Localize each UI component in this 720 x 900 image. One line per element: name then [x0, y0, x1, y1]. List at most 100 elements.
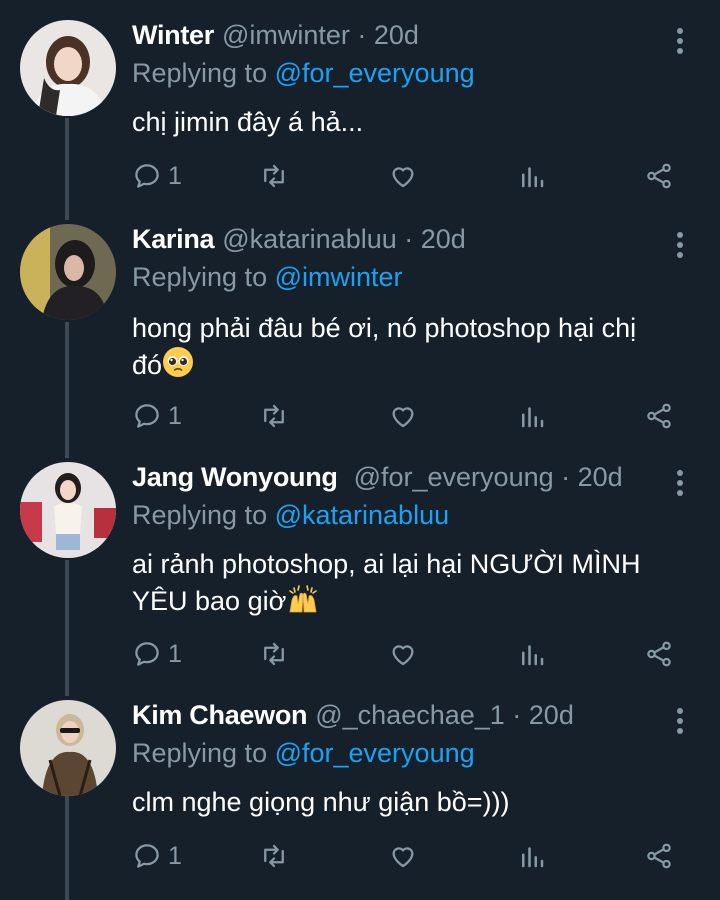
analytics-icon: [522, 847, 544, 868]
tweet-text-line: chị jimin đây á hả...: [132, 107, 364, 137]
tweet-text-line: đó: [132, 350, 163, 380]
replying-prefix: Replying to: [132, 500, 275, 530]
tweet-text: clm nghe giọng như giận bồ=))): [132, 784, 702, 820]
analytics-icon: [522, 167, 544, 188]
like-button[interactable]: [388, 636, 418, 672]
tweet-actions: 1: [132, 636, 692, 672]
share-icon: [647, 843, 671, 869]
tweet[interactable]: Karina @katarinabluu · 20d Replying to @…: [0, 224, 720, 434]
like-icon: [392, 167, 414, 188]
reply-count: 1: [168, 639, 182, 668]
mention-link[interactable]: @for_everyoung: [275, 738, 475, 768]
analytics-button[interactable]: [517, 636, 547, 672]
retweet-button[interactable]: [259, 636, 289, 672]
display-name[interactable]: Jang Wonyoung: [132, 462, 338, 493]
tweet-header: Winter @imwinter · 20d: [132, 20, 419, 56]
replying-to: Replying to @for_everyoung: [132, 738, 475, 769]
reply-button[interactable]: 1: [132, 398, 182, 434]
more-options-icon[interactable]: [674, 708, 686, 736]
analytics-icon: [522, 407, 544, 428]
retweet-icon: [264, 642, 284, 666]
avatar-image: [20, 224, 116, 320]
tweet-actions: 1: [132, 398, 692, 434]
replying-prefix: Replying to: [132, 58, 275, 88]
more-options-icon[interactable]: [674, 232, 686, 260]
avatar[interactable]: [20, 20, 116, 116]
handle-and-time[interactable]: @for_everyoung · 20d: [354, 462, 623, 493]
handle-and-time[interactable]: @imwinter · 20d: [222, 20, 419, 51]
tweet-text: hong phải đâu bé ơi, nó photoshop hại ch…: [132, 310, 702, 383]
retweet-button[interactable]: [259, 398, 289, 434]
raising-hands-emoji: [289, 585, 318, 613]
avatar[interactable]: [20, 700, 116, 796]
like-button[interactable]: [388, 158, 418, 194]
tweet-header: Jang Wonyoung @for_everyoung · 20d: [132, 462, 623, 498]
share-icon: [647, 641, 671, 667]
share-button[interactable]: [644, 838, 674, 874]
reply-count: 1: [168, 841, 182, 870]
display-name[interactable]: Karina: [132, 224, 215, 255]
reply-icon: [135, 844, 159, 868]
tweet-actions: 1: [132, 158, 692, 194]
retweet-icon: [264, 844, 284, 868]
share-button[interactable]: [644, 398, 674, 434]
tweet-text-line: hong phải đâu bé ơi, nó photoshop hại ch…: [132, 313, 637, 343]
mention-link[interactable]: @imwinter: [275, 262, 403, 292]
like-button[interactable]: [388, 838, 418, 874]
display-name[interactable]: Kim Chaewon: [132, 700, 308, 731]
tweet-text: ai rảnh photoshop, ai lại hại NGƯỜI MÌNH…: [132, 546, 702, 619]
like-icon: [392, 407, 414, 428]
share-button[interactable]: [644, 158, 674, 194]
avatar-image: [20, 462, 116, 558]
tweet-text-line: clm nghe giọng như giận bồ=))): [132, 787, 510, 817]
replying-prefix: Replying to: [132, 738, 275, 768]
like-button[interactable]: [388, 398, 418, 434]
reply-count: 1: [168, 161, 182, 190]
analytics-button[interactable]: [517, 838, 547, 874]
tweet-header: Karina @katarinabluu · 20d: [132, 224, 466, 260]
tweet-text: chị jimin đây á hả...: [132, 104, 702, 140]
replying-prefix: Replying to: [132, 262, 275, 292]
handle-and-time[interactable]: @_chaechae_1 · 20d: [315, 700, 574, 731]
mention-link[interactable]: @for_everyoung: [275, 58, 475, 88]
avatar[interactable]: [20, 224, 116, 320]
share-button[interactable]: [644, 636, 674, 672]
tweet[interactable]: Kim Chaewon @_chaechae_1 · 20d Replying …: [0, 700, 720, 890]
pleading-face-emoji: [163, 347, 194, 377]
tweet-text-line: YÊU bao giờ: [132, 586, 287, 616]
analytics-button[interactable]: [517, 158, 547, 194]
tweet[interactable]: Jang Wonyoung @for_everyoung · 20d Reply…: [0, 462, 720, 672]
share-icon: [647, 163, 671, 189]
retweet-icon: [264, 404, 284, 428]
avatar[interactable]: [20, 462, 116, 558]
retweet-button[interactable]: [259, 838, 289, 874]
like-icon: [392, 645, 414, 666]
analytics-button[interactable]: [517, 398, 547, 434]
avatar-image: [20, 20, 116, 116]
share-icon: [647, 403, 671, 429]
retweet-button[interactable]: [259, 158, 289, 194]
reply-button[interactable]: 1: [132, 158, 182, 194]
mention-link[interactable]: @katarinabluu: [275, 500, 450, 530]
reply-count: 1: [168, 401, 182, 430]
reply-icon: [135, 404, 159, 428]
like-icon: [392, 847, 414, 868]
replying-to: Replying to @for_everyoung: [132, 58, 475, 89]
reply-button[interactable]: 1: [132, 636, 182, 672]
reply-icon: [135, 642, 159, 666]
more-options-icon[interactable]: [674, 28, 686, 56]
avatar-image: [20, 700, 116, 796]
reply-button[interactable]: 1: [132, 838, 182, 874]
analytics-icon: [522, 645, 544, 666]
replying-to: Replying to @imwinter: [132, 262, 403, 293]
display-name[interactable]: Winter: [132, 20, 214, 51]
tweet-header: Kim Chaewon @_chaechae_1 · 20d: [132, 700, 574, 736]
handle-and-time[interactable]: @katarinabluu · 20d: [222, 224, 466, 255]
tweet-text-line: ai rảnh photoshop, ai lại hại NGƯỜI MÌNH: [132, 549, 641, 579]
replying-to: Replying to @katarinabluu: [132, 500, 449, 531]
retweet-icon: [264, 164, 284, 188]
reply-icon: [135, 164, 159, 188]
tweet-actions: 1: [132, 838, 692, 874]
more-options-icon[interactable]: [674, 470, 686, 498]
tweet[interactable]: Winter @imwinter · 20d Replying to @for_…: [0, 20, 720, 200]
